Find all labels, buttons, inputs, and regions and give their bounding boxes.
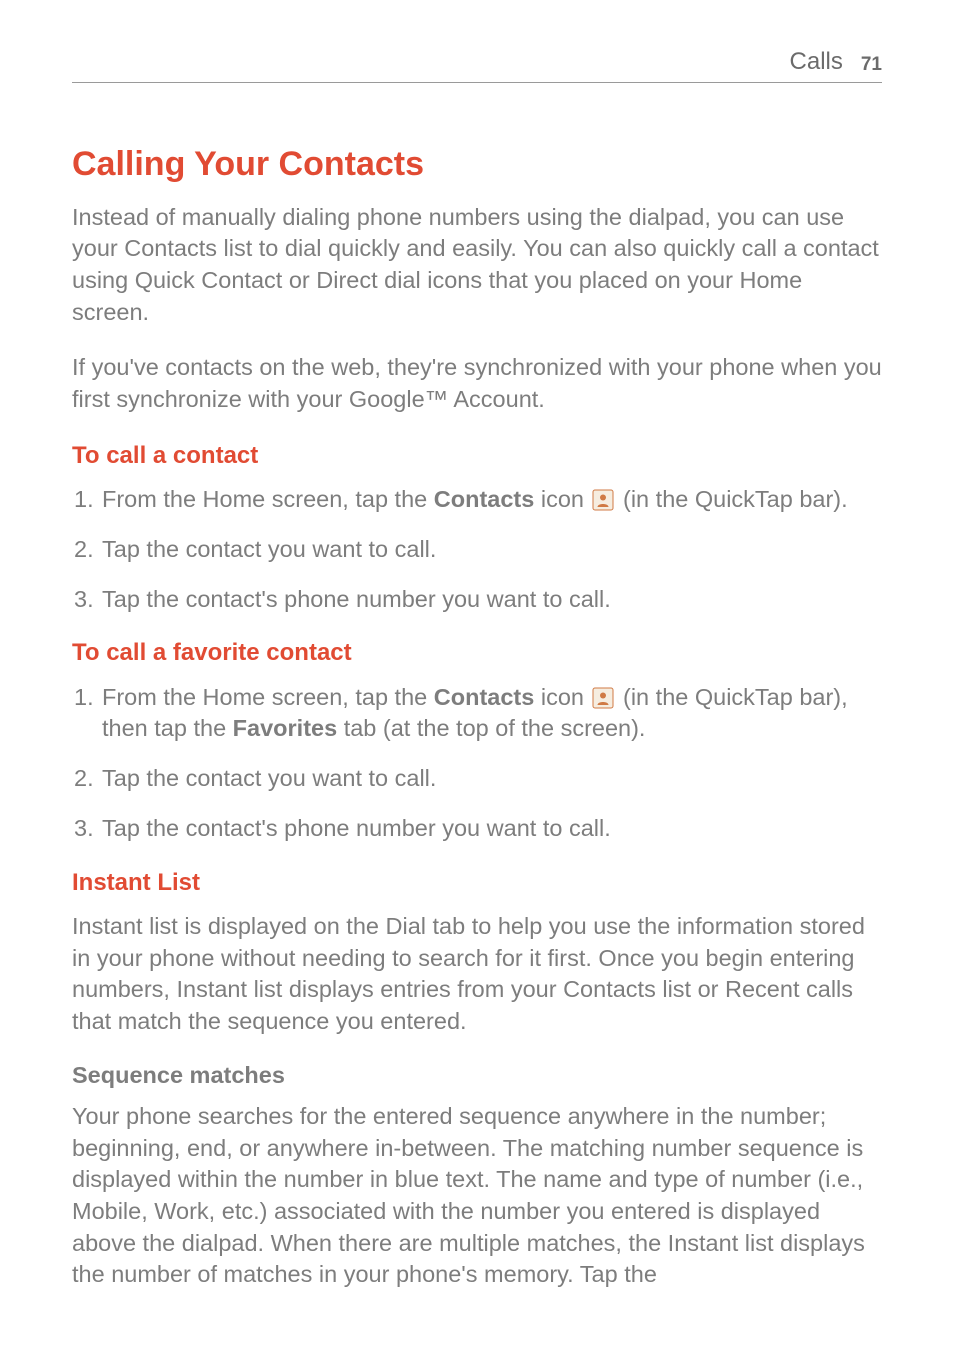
subheading-favorite-contact: To call a favorite contact (72, 637, 882, 669)
contacts-icon (592, 489, 614, 511)
step-text: From the Home screen, tap the (102, 684, 434, 710)
step-item: Tap the contact you want to call. (74, 534, 882, 566)
step-text: tab (at the top of the screen). (337, 715, 645, 741)
page-number: 71 (861, 54, 882, 76)
step-text: (in the QuickTap bar). (616, 486, 847, 512)
header-section-title: Calls (790, 48, 843, 76)
step-item: From the Home screen, tap the Contacts i… (74, 484, 882, 516)
ui-label-favorites: Favorites (233, 715, 338, 741)
step-text: icon (534, 486, 590, 512)
document-page: Calls 71 Calling Your Contacts Instead o… (0, 0, 954, 1351)
ui-label-contacts: Contacts (434, 486, 535, 512)
step-item: Tap the contact you want to call. (74, 763, 882, 795)
step-text: icon (534, 684, 590, 710)
instant-list-body: Instant list is displayed on the Dial ta… (72, 911, 882, 1038)
sequence-matches-body: Your phone searches for the entered sequ… (72, 1101, 882, 1291)
intro-paragraph-1: Instead of manually dialing phone number… (72, 202, 882, 329)
step-item: From the Home screen, tap the Contacts i… (74, 682, 882, 745)
page-title: Calling Your Contacts (72, 143, 882, 186)
steps-call-contact: From the Home screen, tap the Contacts i… (72, 484, 882, 615)
intro-paragraph-2: If you've contacts on the web, they're s… (72, 352, 882, 415)
page-header: Calls 71 (72, 48, 882, 83)
step-item: Tap the contact's phone number you want … (74, 584, 882, 616)
subheading-sequence-matches: Sequence matches (72, 1062, 882, 1089)
step-text: From the Home screen, tap the (102, 486, 434, 512)
steps-favorite-contact: From the Home screen, tap the Contacts i… (72, 682, 882, 845)
contacts-icon (592, 687, 614, 709)
subheading-instant-list: Instant List (72, 867, 882, 899)
step-item: Tap the contact's phone number you want … (74, 813, 882, 845)
subheading-call-contact: To call a contact (72, 440, 882, 472)
ui-label-contacts: Contacts (434, 684, 535, 710)
